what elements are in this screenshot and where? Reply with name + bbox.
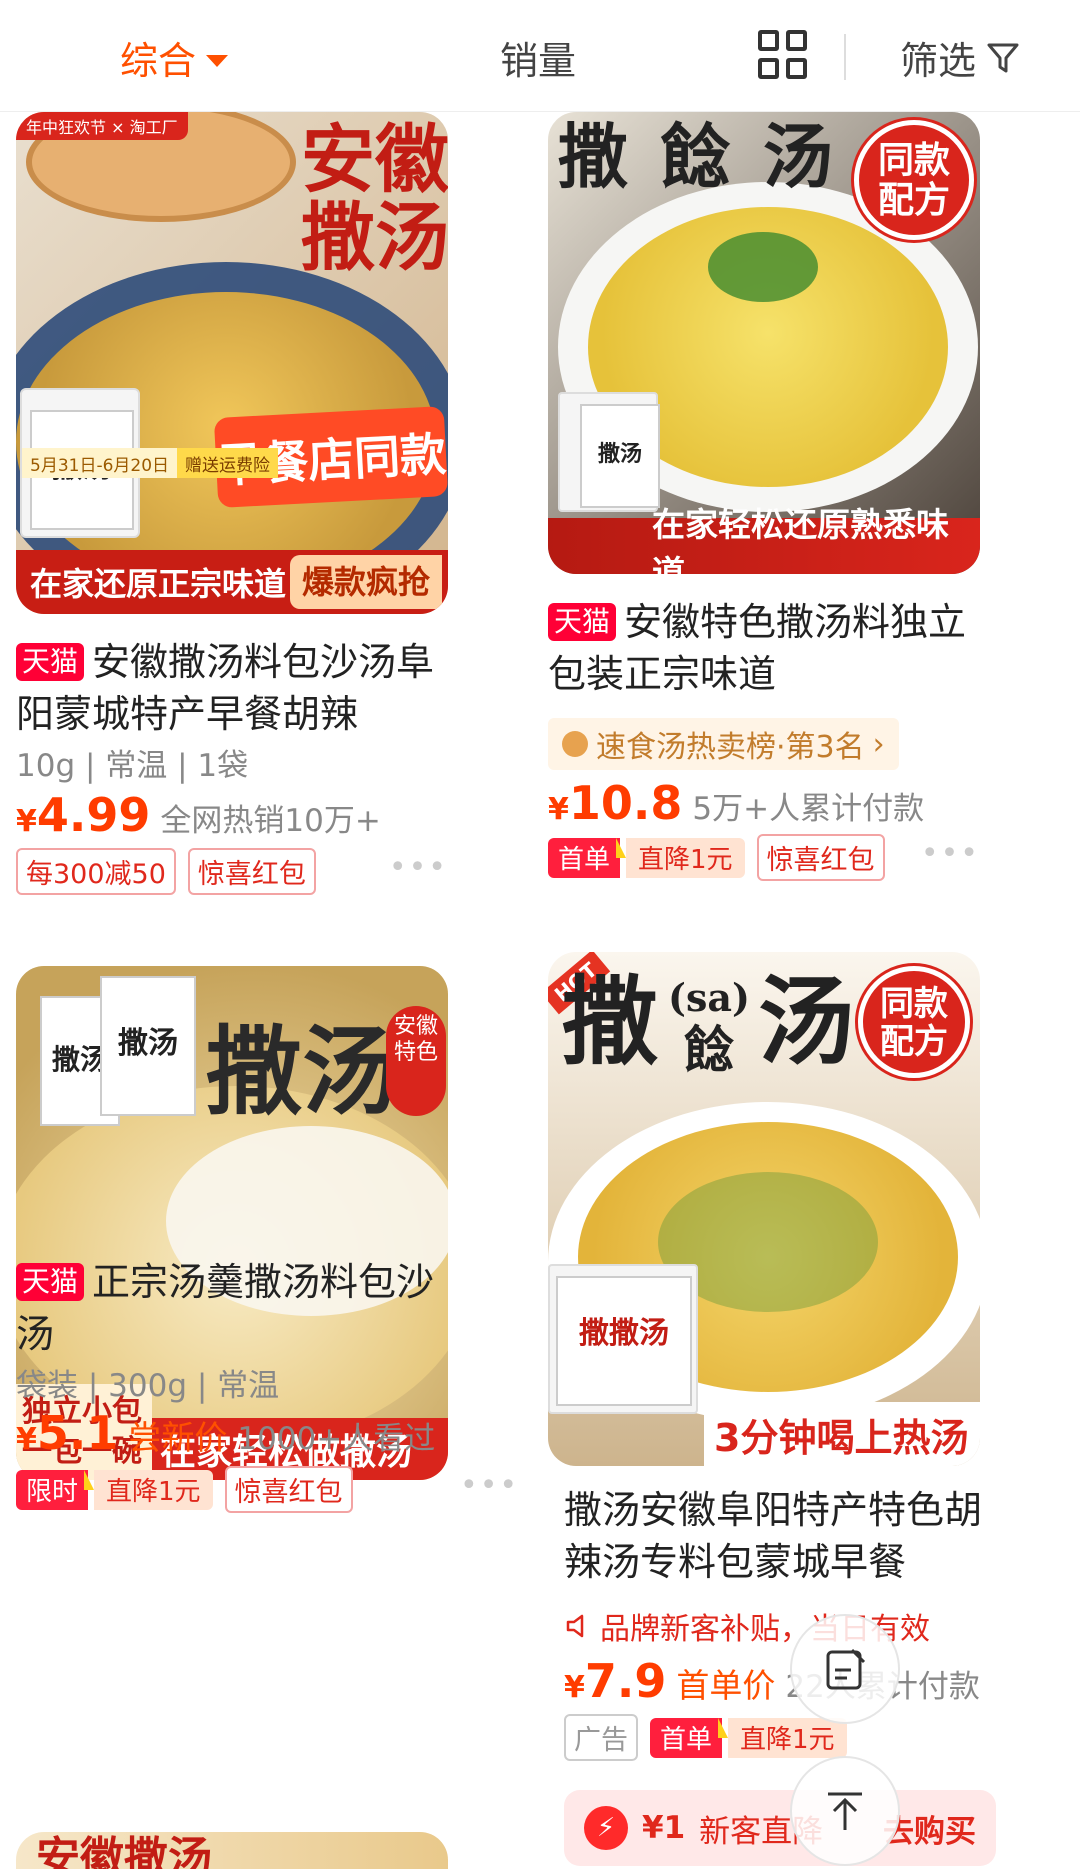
product-card-4[interactable]: HOT 撒 (sa) 䭃 汤 同款 配方 撒撒汤 3分钟喝上热汤 <box>548 952 980 1482</box>
thumb-banner: 3分钟喝上热汤 <box>704 1402 980 1466</box>
more-options-icon[interactable]: ••• <box>921 836 980 871</box>
bolt-icon <box>718 1717 729 1738</box>
tmall-badge: 天猫 <box>16 643 85 681</box>
caret-down-icon <box>206 54 229 67</box>
thumb-top-banner: 年中狂欢节 × 淘工厂 <box>16 112 188 140</box>
price: ¥10.8 <box>548 776 683 830</box>
thumb-title-2: 汤 <box>758 965 854 1078</box>
tmall-badge: 天猫 <box>16 1263 85 1301</box>
promo-row: 限时 直降1元 惊喜红包 <box>16 1466 353 1513</box>
product-card-2[interactable]: 撒 䭃 汤 同款 配方 撒汤 在家轻松还原熟悉味道 天猫 安徽特色撒汤料独立包装正… <box>548 112 980 881</box>
product-card-1[interactable]: 安徽 撒汤 年中狂欢节 × 淘工厂 撒汤 早餐店同款 5月31日-6月20日 赠… <box>16 112 448 895</box>
promo-chip: 每300减50 <box>16 848 176 895</box>
sort-sales-label: 销量 <box>500 39 577 83</box>
thumb-title: 撒 <box>562 965 658 1078</box>
price: ¥7.9 <box>564 1654 667 1708</box>
price: ¥5.1 <box>16 1406 119 1460</box>
medal-icon <box>562 731 588 757</box>
thumb-badge: 同款 配方 <box>854 120 974 240</box>
notes-button[interactable] <box>790 1614 900 1724</box>
new-customer-cta[interactable]: ⚡ ¥1 新客直降 去购买 <box>564 1790 996 1866</box>
promo-chip: 惊喜红包 <box>187 848 316 895</box>
price-note: 尝新价 <box>128 1418 228 1457</box>
thumb-title: 撒 䭃 汤 <box>558 115 837 198</box>
price-row: ¥4.99 全网热销10万+ <box>16 788 381 842</box>
thumb-title: 安徽 撒汤 <box>301 117 448 281</box>
sold-count: 全网热销10万+ <box>160 803 381 839</box>
sort-bar: 综合 销量 筛选 <box>0 0 1080 112</box>
lightning-icon: ⚡ <box>584 1806 628 1850</box>
price: ¥4.99 <box>16 788 151 842</box>
bolt-icon <box>84 1469 95 1490</box>
product-title[interactable]: 天猫 安徽特色撒汤料独立包装正宗味道 <box>548 596 988 700</box>
bolt-icon <box>616 837 627 858</box>
product-image[interactable]: 安徽 撒汤 年中狂欢节 × 淘工厂 撒汤 早餐店同款 5月31日-6月20日 赠… <box>16 112 448 614</box>
sold-count: 5万+人累计付款 <box>692 791 925 827</box>
ad-tag: 广告 <box>564 1714 638 1761</box>
promo-row: 每300减50 惊喜红包 <box>16 848 316 895</box>
back-to-top-button[interactable] <box>790 1756 900 1866</box>
thumb-title: 撒汤 <box>206 1015 398 1128</box>
first-order-discount: 首单 直降1元 <box>650 1717 847 1758</box>
product-image[interactable]: 撒 䭃 汤 同款 配方 撒汤 在家轻松还原熟悉味道 <box>548 112 980 574</box>
price-row: ¥5.1 尝新价 1000+人看过 <box>16 1406 435 1460</box>
thumb-badge: 同款 配方 <box>858 966 970 1078</box>
promo-row: 首单 直降1元 惊喜红包 <box>548 834 885 881</box>
divider <box>844 34 846 80</box>
price-note: 首单价 <box>676 1666 776 1705</box>
sort-comprehensive-label: 综合 <box>120 39 197 83</box>
view-count: 1000+人看过 <box>237 1421 436 1457</box>
product-packet: 撒汤 撒汤 <box>40 976 200 1126</box>
sort-comprehensive-tab[interactable]: 综合 <box>120 30 229 85</box>
filter-icon <box>987 43 1019 72</box>
filter-label: 筛选 <box>900 39 977 83</box>
thumb-side-label: 安徽 特色 <box>386 1006 446 1116</box>
sort-sales-tab[interactable]: 销量 <box>500 30 576 85</box>
product-packet: 撒撒汤 <box>548 1264 698 1414</box>
more-options-icon[interactable]: ••• <box>389 850 448 885</box>
thumb-title: 安徽撒汤 <box>36 1833 212 1869</box>
product-title[interactable]: 天猫 安徽撒汤料包沙汤阜阳蒙城特产早餐胡辣 <box>16 636 456 740</box>
arrow-up-icon <box>828 1792 862 1830</box>
rank-badge[interactable]: 速食汤热卖榜·第3名 › <box>548 718 899 770</box>
product-packet: 撒汤 <box>558 392 660 512</box>
thumb-date-tag: 5月31日-6月20日 赠送运费险 <box>22 448 279 478</box>
limited-time-discount: 限时 直降1元 <box>16 1469 213 1510</box>
price-row: ¥10.8 5万+人累计付款 <box>548 776 924 830</box>
tmall-badge: 天猫 <box>548 603 617 641</box>
product-title[interactable]: 天猫 正宗汤羹撒汤料包沙汤 <box>16 1256 456 1360</box>
promo-row: 广告 首单 直降1元 <box>564 1714 847 1761</box>
price-row: ¥7.9 首单价 22人累计付款 <box>564 1654 980 1708</box>
grid-view-icon[interactable] <box>758 30 810 82</box>
chevron-right-icon: › <box>872 726 885 762</box>
product-image[interactable]: HOT 撒 (sa) 䭃 汤 同款 配方 撒撒汤 3分钟喝上热汤 <box>548 952 980 1466</box>
product-title[interactable]: 撒汤安徽阜阳特产特色胡辣汤专料包蒙城早餐 <box>564 1484 1004 1588</box>
thumb-banner: 在家轻松还原熟悉味道 <box>548 505 980 574</box>
edit-note-icon <box>826 1648 866 1690</box>
product-specs: 10g | 常温 | 1袋 <box>16 748 249 784</box>
thumb-title-sub: 䭃 <box>684 1020 734 1079</box>
thumb-banner: 在家还原正宗味道 爆款疯抢 <box>16 550 448 614</box>
filter-button[interactable]: 筛选 <box>900 30 1020 85</box>
promo-chip: 惊喜红包 <box>224 1466 353 1513</box>
thumb-title-pinyin: (sa) <box>668 975 750 1020</box>
speaker-icon <box>566 1614 584 1638</box>
first-order-discount: 首单 直降1元 <box>548 837 745 878</box>
product-card-5[interactable]: 安徽撒汤 <box>16 1832 448 1869</box>
promo-chip: 惊喜红包 <box>756 834 885 881</box>
product-specs: 袋装 | 300g | 常温 <box>16 1368 280 1404</box>
